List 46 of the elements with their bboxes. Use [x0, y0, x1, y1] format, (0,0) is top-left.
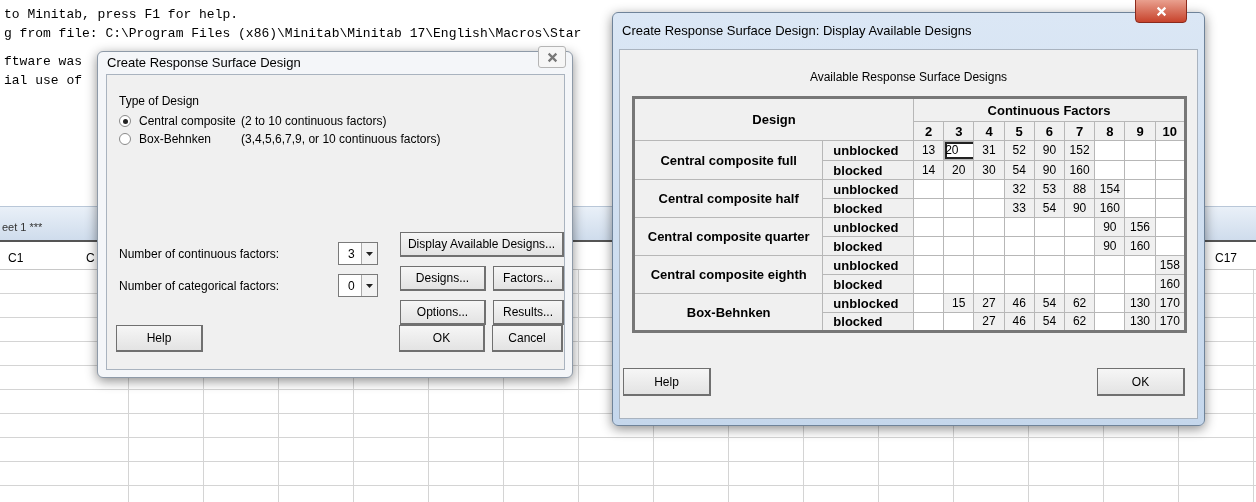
- group-label: Type of Design: [119, 93, 201, 110]
- field-label: Number of categorical factors:: [119, 277, 281, 295]
- dialog-button[interactable]: OK: [1097, 368, 1185, 396]
- field-label: Number of continuous factors:: [119, 245, 281, 263]
- table-cell[interactable]: 20: [943, 160, 974, 180]
- dialog-button[interactable]: Designs...: [400, 266, 486, 291]
- radio-note: (3,4,5,6,7,9, or 10 continuous factors): [241, 131, 441, 148]
- radio-button[interactable]: [119, 115, 131, 127]
- close-button[interactable]: [538, 46, 566, 68]
- worksheet-title: eet 1 ***: [2, 220, 43, 235]
- dropdown-arrow-icon: [366, 251, 373, 256]
- dialog-button[interactable]: Options...: [400, 300, 486, 325]
- dialog-button[interactable]: Display Available Designs...: [400, 232, 564, 257]
- column-header: C17: [1215, 250, 1237, 267]
- column-header: C1: [8, 250, 24, 267]
- design-name: Central composite half: [633, 179, 823, 218]
- dialog-button[interactable]: OK: [399, 325, 485, 352]
- column-header: C: [86, 250, 95, 267]
- column-header: Design: [633, 97, 914, 141]
- radio-label[interactable]: Central composite: [139, 112, 241, 130]
- dialog-button[interactable]: Results...: [493, 300, 564, 325]
- dropdown-arrow-icon: [366, 283, 373, 288]
- dialog-button[interactable]: Help: [623, 368, 711, 396]
- close-button[interactable]: [1135, 0, 1187, 23]
- dropdown-field[interactable]: 3: [338, 242, 378, 265]
- radio-button[interactable]: [119, 133, 131, 145]
- session-text: ial use of: [4, 72, 82, 90]
- dialog-button[interactable]: Factors...: [493, 266, 564, 291]
- dropdown-field[interactable]: 0: [338, 274, 378, 297]
- dialog-title: Create Response Surface Design: [107, 54, 301, 73]
- table-heading: Available Response Surface Designs: [808, 69, 1009, 86]
- session-text: g from file: C:\Program Files (x86)\Minitab\Minitab 17\English\Macros\Star: [4, 25, 582, 43]
- design-name: Box-Behnken: [633, 293, 823, 332]
- design-name: Central composite quarter: [633, 217, 823, 256]
- column-header: Continuous Factors: [913, 97, 1186, 122]
- session-text: ftware was: [4, 53, 82, 71]
- design-name: Central composite eighth: [633, 255, 823, 294]
- close-icon: [546, 51, 558, 63]
- design-name: Central composite full: [633, 140, 823, 180]
- radio-label[interactable]: Box-Behnken: [139, 130, 241, 148]
- dialog-title: Create Response Surface Design: Display Available Designs: [622, 22, 972, 41]
- dialog-button[interactable]: Cancel: [492, 325, 563, 352]
- session-text: to Minitab, press F1 for help.: [4, 6, 239, 24]
- dialog-button[interactable]: Help: [116, 325, 203, 352]
- close-icon: [1155, 5, 1167, 17]
- radio-note: (2 to 10 continuous factors): [241, 113, 387, 130]
